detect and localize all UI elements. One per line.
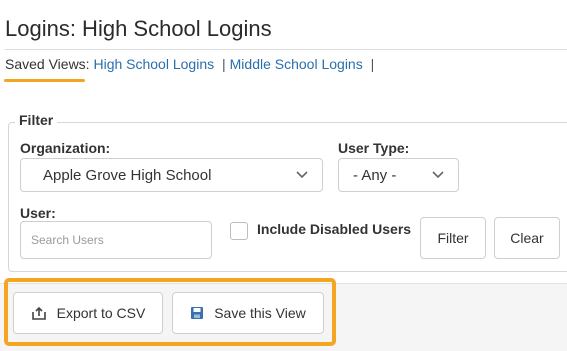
filter-button[interactable]: Filter	[420, 217, 486, 259]
saved-views-label: Saved Views:	[5, 56, 90, 72]
title-divider	[5, 49, 567, 50]
chevron-down-icon	[430, 167, 446, 183]
user-label: User:	[20, 205, 56, 221]
clear-button[interactable]: Clear	[494, 217, 560, 259]
include-disabled-checkbox[interactable]	[230, 222, 248, 240]
search-users-input[interactable]	[20, 221, 212, 259]
organization-label: Organization:	[20, 140, 111, 156]
include-disabled-label: Include Disabled Users	[257, 221, 412, 237]
saved-view-link-high-school[interactable]: High School Logins	[93, 56, 214, 72]
export-actions-highlight-annotation	[4, 278, 336, 346]
saved-views-bar: Saved Views: High School Logins | Middle …	[5, 56, 378, 72]
separator: |	[370, 56, 375, 72]
user-type-value: - Any -	[353, 166, 397, 184]
separator: |	[222, 56, 226, 72]
user-type-select[interactable]: - Any -	[338, 158, 459, 192]
page-title: Logins: High School Logins	[5, 16, 272, 41]
organization-value: Apple Grove High School	[43, 166, 212, 184]
chevron-down-icon	[294, 167, 310, 183]
filter-legend: Filter	[15, 112, 58, 128]
saved-view-link-middle-school[interactable]: Middle School Logins	[230, 56, 363, 72]
saved-views-underline-annotation	[4, 79, 85, 82]
organization-select[interactable]: Apple Grove High School	[20, 158, 323, 192]
user-type-label: User Type:	[338, 140, 410, 156]
